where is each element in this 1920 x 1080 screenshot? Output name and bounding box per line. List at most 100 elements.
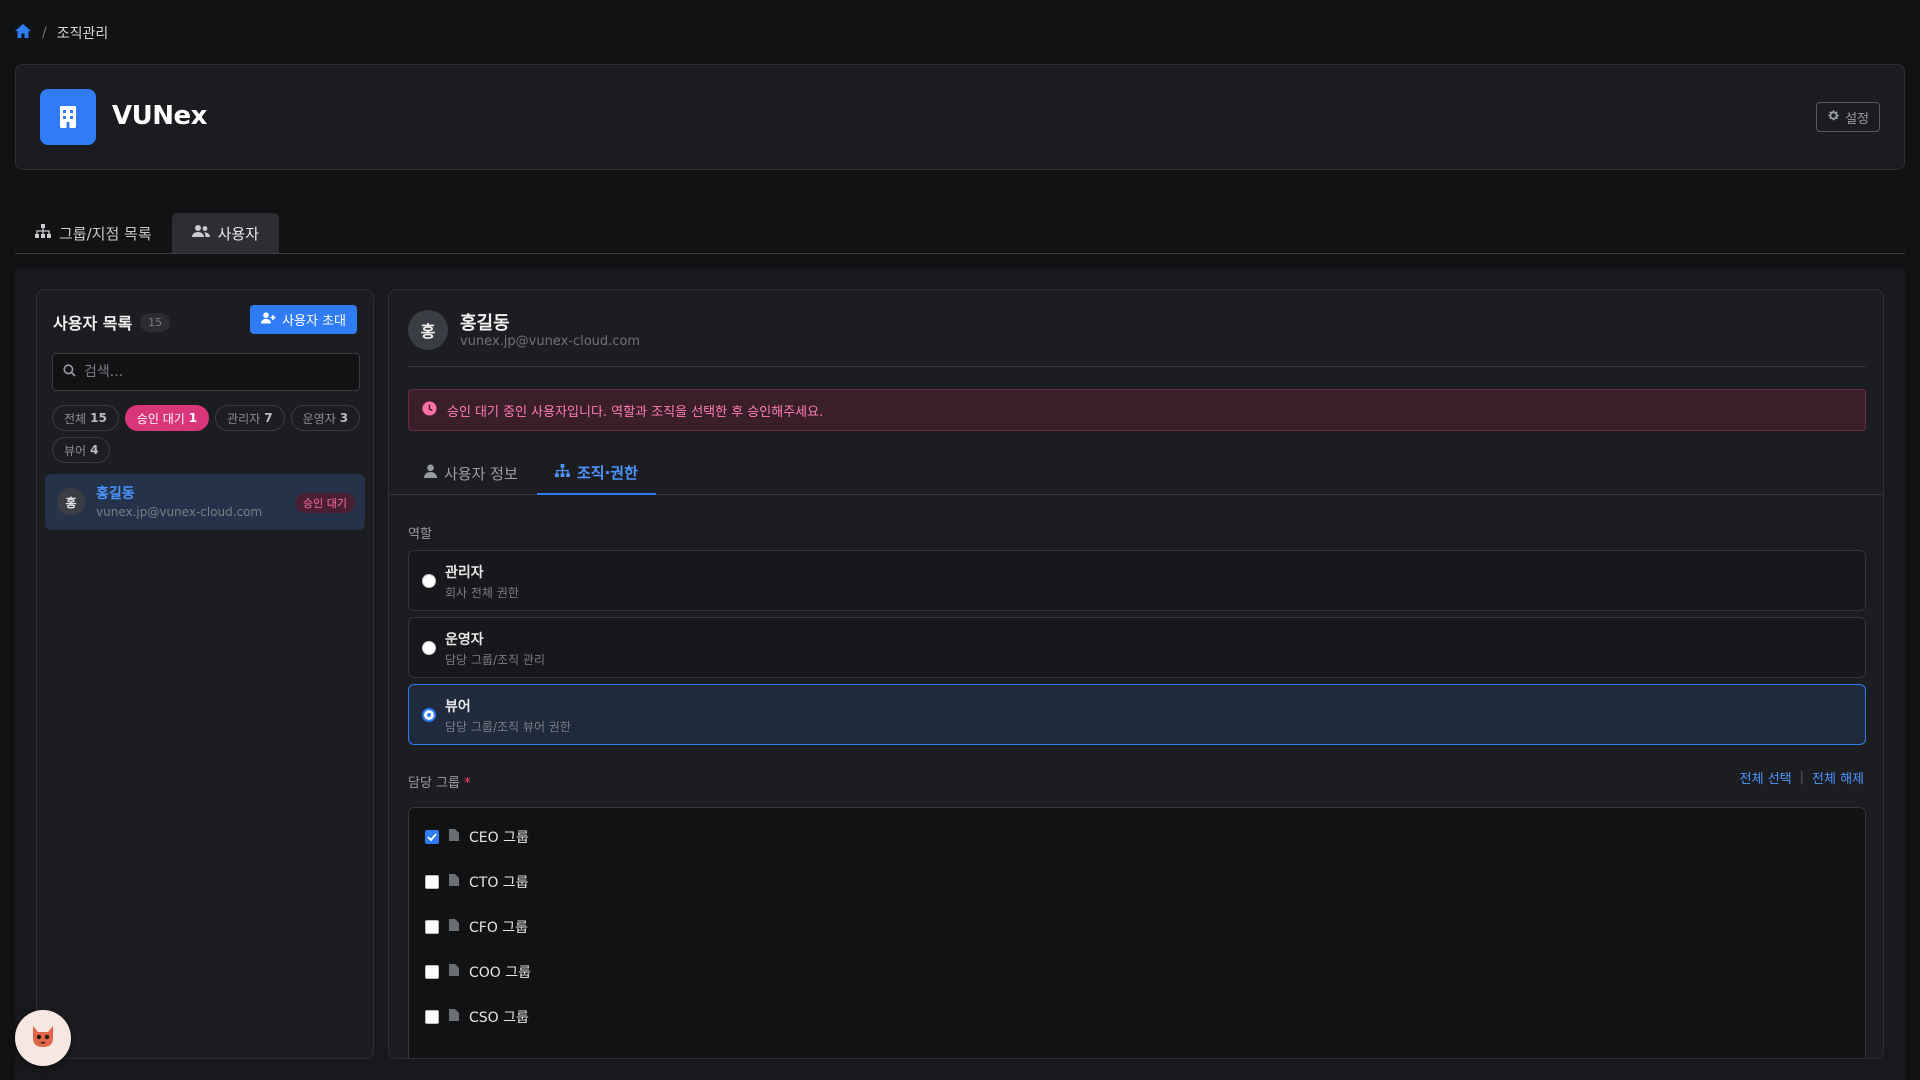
invite-user-label: 사용자 초대 (282, 314, 346, 329)
filter-operator-count: 3 (339, 411, 349, 425)
role-title: 운영자 (445, 632, 484, 648)
main-content: 사용자 목록 15 사용자 초대 전체15 승인 대기1 관리자7 운영자3 뷰… (15, 268, 1905, 1080)
group-checkbox[interactable] (425, 830, 439, 844)
sitemap-icon (555, 463, 570, 481)
file-icon (449, 919, 459, 935)
group-name: COO 그룹 (469, 965, 532, 981)
role-option-viewer[interactable]: 뷰어 담당 그룹/조직 뷰어 권한 (408, 684, 1866, 745)
file-icon (449, 874, 459, 890)
user-list-item[interactable]: 홍 홍길동 vunex.jp@vunex-cloud.com 승인 대기 (45, 474, 365, 530)
role-description: 담당 그룹/조직 관리 (445, 653, 545, 667)
group-item-cto[interactable]: CTO 그룹 (425, 871, 529, 893)
home-icon[interactable] (14, 23, 32, 43)
group-checkbox[interactable] (425, 1010, 439, 1024)
role-description: 회사 전체 권한 (445, 586, 519, 600)
tab-org-permissions[interactable]: 조직·권한 (537, 451, 656, 495)
building-icon (40, 89, 96, 145)
filter-all-label: 전체 (64, 411, 87, 426)
settings-label: 설정 (1845, 111, 1869, 127)
filter-admin-count: 7 (264, 411, 273, 425)
role-title: 관리자 (445, 565, 484, 581)
filter-pending-label: 승인 대기 (136, 411, 185, 426)
search-box (52, 353, 360, 391)
role-section-label: 역할 (408, 527, 432, 542)
search-input[interactable] (84, 364, 344, 380)
users-icon (191, 224, 210, 242)
group-checkbox[interactable] (425, 920, 439, 934)
group-item-cso[interactable]: CSO 그룹 (425, 1006, 529, 1028)
deselect-all-link[interactable]: 전체 해제 (1812, 768, 1864, 787)
invite-user-button[interactable]: 사용자 초대 (250, 305, 357, 334)
role-radio-admin[interactable] (422, 574, 436, 588)
filter-pending-count: 1 (188, 411, 198, 425)
tab-groups[interactable]: 그룹/지점 목록 (15, 213, 172, 253)
group-name: CSO 그룹 (469, 1010, 529, 1026)
org-header-card: VUNex 설정 (15, 64, 1905, 170)
filter-all[interactable]: 전체 15 (52, 405, 119, 431)
search-icon (63, 363, 76, 381)
filter-operator-label: 운영자 (302, 411, 336, 426)
tab-user-info[interactable]: 사용자 정보 (424, 451, 518, 495)
sitemap-icon (35, 224, 51, 242)
group-name: CTO 그룹 (469, 875, 529, 891)
role-radio-operator[interactable] (422, 641, 436, 655)
user-plus-icon (261, 311, 276, 328)
filter-viewer[interactable]: 뷰어 4 (52, 437, 111, 463)
user-list-header: 사용자 목록 15 (53, 310, 171, 334)
tab-groups-label: 그룹/지점 목록 (59, 224, 152, 243)
breadcrumb-current: 조직관리 (56, 26, 109, 42)
detail-user-name: 홍길동 (460, 313, 510, 334)
group-checkbox[interactable] (425, 965, 439, 979)
select-all-link[interactable]: 전체 선택 (1740, 768, 1792, 787)
alert-text: 승인 대기 중인 사용자입니다. 역할과 조직을 선택한 후 승인해주세요. (447, 404, 824, 420)
filter-viewer-label: 뷰어 (64, 443, 87, 458)
breadcrumb: / 조직관리 (14, 22, 108, 44)
group-name: CFO 그룹 (469, 920, 529, 936)
filter-viewer-count: 4 (90, 443, 99, 457)
user-icon (424, 464, 437, 482)
settings-button[interactable]: 설정 (1816, 102, 1880, 132)
filter-admin-label: 관리자 (227, 411, 261, 426)
role-option-operator[interactable]: 운영자 담당 그룹/조직 관리 (408, 617, 1866, 678)
user-list-title: 사용자 목록 (53, 314, 133, 333)
user-list-panel: 사용자 목록 15 사용자 초대 전체15 승인 대기1 관리자7 운영자3 뷰… (36, 289, 374, 1059)
avatar: 홍 (57, 488, 85, 516)
avatar: 홍 (408, 310, 448, 350)
clock-icon (422, 400, 437, 420)
detail-user-email: vunex.jp@vunex-cloud.com (460, 334, 641, 349)
group-section-label: 담당 그룹 * (408, 772, 471, 791)
required-mark: * (464, 776, 471, 791)
user-name: 홍길동 (96, 486, 135, 502)
breadcrumb-separator: / (42, 25, 47, 41)
tab-org-permissions-label: 조직·권한 (577, 463, 638, 482)
link-separator: | (1799, 770, 1805, 785)
group-item-coo[interactable]: COO 그룹 (425, 961, 531, 983)
file-icon (449, 829, 459, 845)
cat-mascot-icon (29, 1023, 57, 1053)
gear-icon (1827, 109, 1840, 126)
role-radio-viewer[interactable] (422, 708, 436, 722)
group-section-text: 담당 그룹 (408, 776, 460, 791)
divider (408, 366, 1866, 367)
role-title: 뷰어 (445, 699, 471, 715)
group-name: CEO 그룹 (469, 830, 529, 846)
file-icon (449, 1009, 459, 1025)
status-badge: 승인 대기 (295, 493, 355, 513)
org-name: VUNex (112, 101, 207, 131)
tab-users-label: 사용자 (217, 224, 260, 243)
group-list: CEO 그룹 CTO 그룹 CFO 그룹 COO 그룹 CSO 그룹 (408, 807, 1866, 1058)
filter-all-count: 15 (90, 411, 107, 425)
role-description: 담당 그룹/조직 뷰어 권한 (445, 720, 571, 734)
tab-user-info-label: 사용자 정보 (444, 464, 518, 483)
role-option-admin[interactable]: 관리자 회사 전체 권한 (408, 550, 1866, 611)
filter-admin[interactable]: 관리자 7 (215, 405, 285, 431)
group-select-links: 전체 선택 | 전체 해제 (1740, 768, 1864, 787)
tab-users[interactable]: 사용자 (171, 213, 280, 253)
role-filters: 전체 15 승인 대기 1 관리자 7 운영자 3 뷰어 4 (52, 405, 362, 463)
assistant-button[interactable] (15, 1010, 71, 1066)
filter-operator[interactable]: 운영자 3 (290, 405, 361, 431)
group-item-cfo[interactable]: CFO 그룹 (425, 916, 528, 938)
filter-pending[interactable]: 승인 대기 1 (124, 405, 210, 431)
group-checkbox[interactable] (425, 875, 439, 889)
group-item-ceo[interactable]: CEO 그룹 (425, 826, 529, 848)
